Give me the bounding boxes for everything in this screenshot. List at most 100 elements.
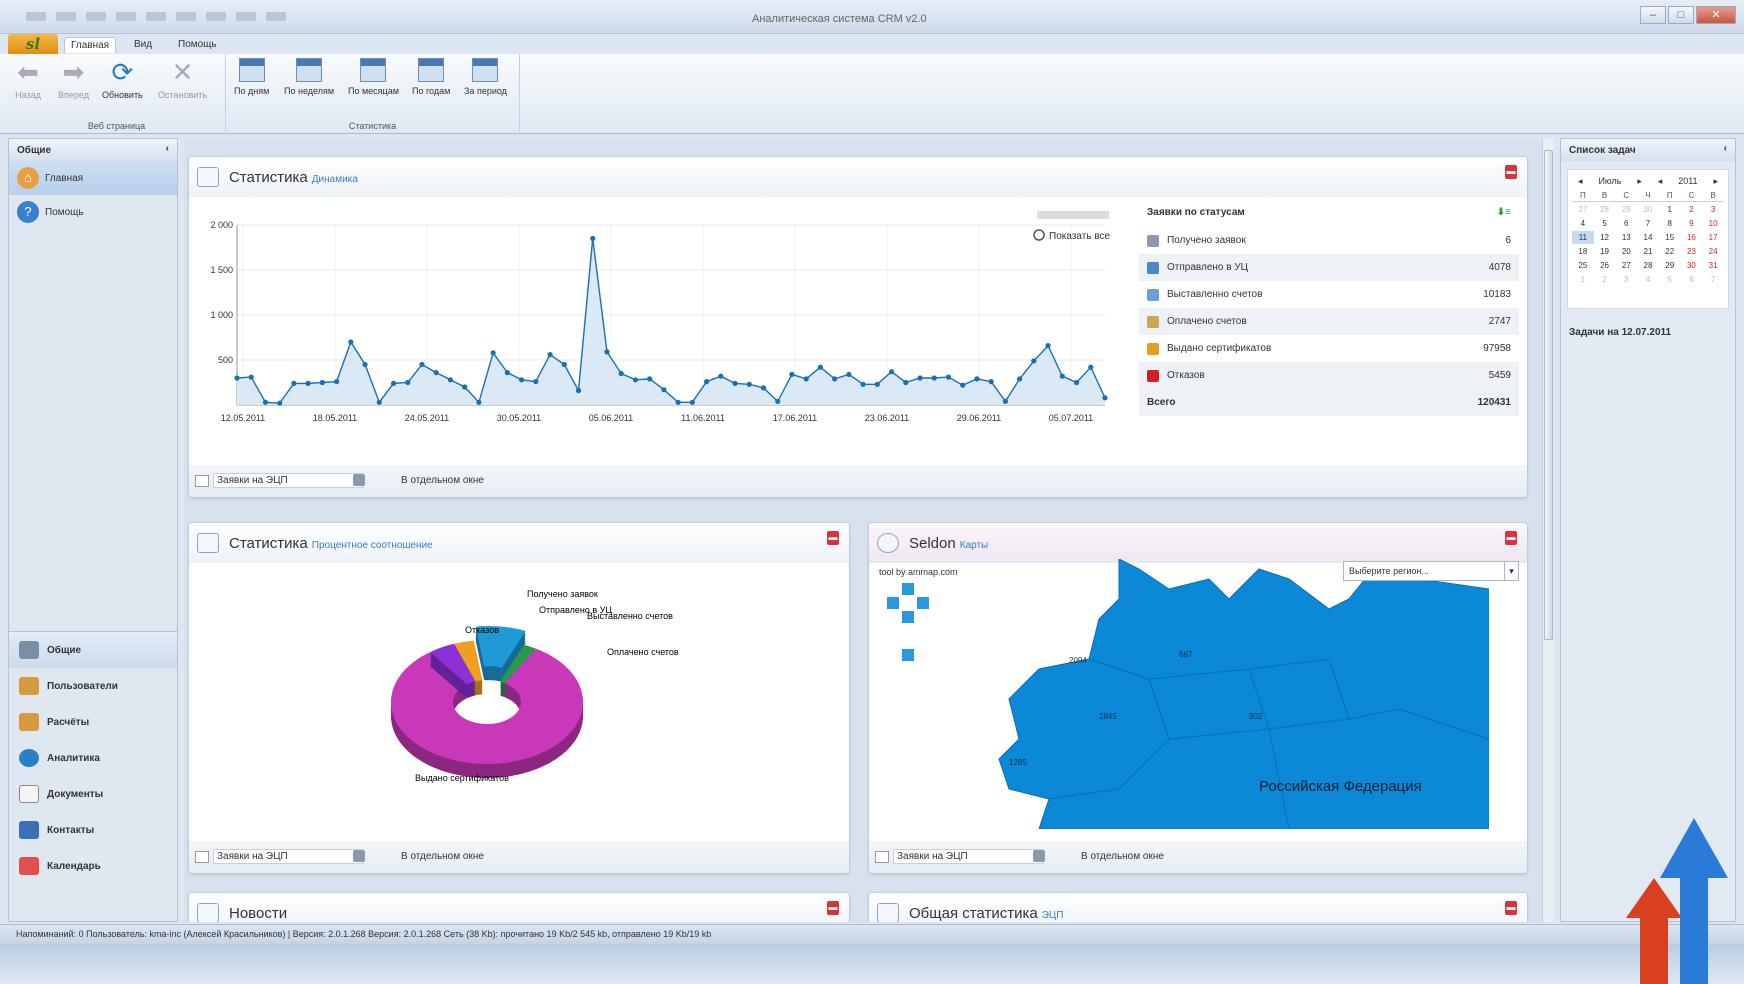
panel-subtitle-link[interactable]: ЭЦП — [1042, 910, 1064, 921]
calendar-day[interactable]: 15 — [1659, 231, 1681, 244]
panel-close-icon[interactable]: ▬ — [827, 901, 839, 915]
panel-subtitle-link[interactable]: Динамика — [312, 174, 358, 185]
tab-home[interactable]: Главная — [64, 37, 117, 53]
footer-checkbox[interactable] — [195, 475, 209, 487]
calendar-day[interactable]: 11 — [1572, 231, 1594, 244]
bottom-nav-contacts[interactable]: Контакты — [9, 812, 177, 848]
calendar-day[interactable]: 29 — [1659, 259, 1681, 272]
prev-month-icon[interactable]: ◂ — [1578, 176, 1583, 187]
maximize-button[interactable]: □ — [1668, 6, 1694, 24]
calendar-day[interactable]: 26 — [1594, 259, 1616, 272]
back-button[interactable]: ⬅ Назад — [14, 58, 42, 100]
bottom-nav-general[interactable]: Общие — [9, 632, 177, 668]
footer-select[interactable]: Заявки на ЭЦП — [213, 849, 363, 864]
app-menu-button[interactable]: sl — [8, 34, 58, 54]
tab-view[interactable]: Вид — [128, 37, 158, 52]
collapse-icon[interactable]: ‹ — [1724, 143, 1727, 154]
qat-item[interactable] — [236, 12, 256, 21]
next-month-icon[interactable]: ▸ — [1637, 176, 1642, 187]
qat-item[interactable] — [56, 12, 76, 21]
calendar-day[interactable]: 6 — [1681, 273, 1703, 286]
calendar-day[interactable]: 27 — [1615, 259, 1637, 272]
sort-icon[interactable]: ⬇≡ — [1497, 207, 1511, 221]
calendar-day[interactable]: 16 — [1681, 231, 1703, 244]
calendar-day[interactable]: 5 — [1659, 273, 1681, 286]
qat-item[interactable] — [116, 12, 136, 21]
footer-select-button[interactable] — [353, 474, 365, 486]
panel-subtitle-link[interactable]: Карты — [960, 540, 989, 551]
qat-item[interactable] — [266, 12, 286, 21]
qat-item[interactable] — [206, 12, 226, 21]
calendar-day[interactable]: 1 — [1659, 203, 1681, 216]
russia-map[interactable]: 2094 667 2845 902 1285 Российская Федера… — [969, 559, 1489, 829]
forward-button[interactable]: ➡ Вперед — [58, 58, 89, 100]
qat-item[interactable] — [176, 12, 196, 21]
qat-item[interactable] — [146, 12, 166, 21]
region-select[interactable]: Выберите регион... ▾ — [1343, 561, 1519, 581]
zoom-in-icon[interactable] — [902, 649, 914, 661]
chevron-down-icon[interactable]: ▾ — [1504, 562, 1518, 580]
calendar-day[interactable]: 30 — [1637, 203, 1659, 216]
calendar-day[interactable]: 18 — [1572, 245, 1594, 258]
pan-up-icon[interactable] — [902, 583, 914, 595]
calendar-day[interactable]: 3 — [1615, 273, 1637, 286]
calendar-day[interactable]: 8 — [1659, 217, 1681, 230]
next-year-icon[interactable]: ▸ — [1713, 176, 1718, 187]
calendar-day[interactable]: 1 — [1572, 273, 1594, 286]
footer-select[interactable]: Заявки на ЭЦП — [893, 849, 1043, 864]
footer-select[interactable]: Заявки на ЭЦП — [213, 473, 363, 488]
calendar-day[interactable]: 22 — [1659, 245, 1681, 258]
calendar-day[interactable]: 12 — [1594, 231, 1616, 244]
refresh-button[interactable]: ⟳ Обновить — [102, 58, 143, 100]
calendar-day[interactable]: 27 — [1572, 203, 1594, 216]
calendar-day[interactable]: 23 — [1681, 245, 1703, 258]
by-days-button[interactable]: По дням — [234, 58, 269, 96]
panel-close-icon[interactable]: ▬ — [1505, 531, 1517, 545]
calendar-day[interactable]: 31 — [1702, 259, 1724, 272]
calendar-day[interactable]: 17 — [1702, 231, 1724, 244]
nav-item-home[interactable]: ⌂ Главная — [9, 161, 177, 195]
calendar-day[interactable]: 10 — [1702, 217, 1724, 230]
calendar-day[interactable]: 21 — [1637, 245, 1659, 258]
calendar-day[interactable]: 30 — [1681, 259, 1703, 272]
panel-subtitle-link[interactable]: Процентное соотношение — [312, 540, 433, 551]
calendar-day[interactable]: 3 — [1702, 203, 1724, 216]
chart-scrollbar[interactable] — [1037, 211, 1109, 219]
calendar-day[interactable]: 4 — [1637, 273, 1659, 286]
calendar-day[interactable]: 24 — [1702, 245, 1724, 258]
qat-item[interactable] — [26, 12, 46, 21]
nav-item-help[interactable]: ? Помощь — [9, 195, 177, 229]
calendar-day[interactable]: 7 — [1702, 273, 1724, 286]
calendar-day[interactable]: 28 — [1594, 203, 1616, 216]
by-years-button[interactable]: По годам — [412, 58, 450, 96]
calendar-day[interactable]: 2 — [1594, 273, 1616, 286]
calendar-day[interactable]: 29 — [1615, 203, 1637, 216]
calendar-day[interactable]: 28 — [1637, 259, 1659, 272]
pan-down-icon[interactable] — [902, 611, 914, 623]
bottom-nav-users[interactable]: Пользователи — [9, 668, 177, 704]
footer-checkbox[interactable] — [875, 851, 889, 863]
pan-right-icon[interactable] — [917, 597, 929, 609]
bottom-nav-calculations[interactable]: Расчёты — [9, 704, 177, 740]
open-window-link[interactable]: В отдельном окне — [1081, 851, 1164, 862]
minimize-button[interactable]: – — [1640, 6, 1666, 24]
calendar-day[interactable]: 5 — [1594, 217, 1616, 230]
panel-close-icon[interactable]: ▬ — [1505, 901, 1517, 915]
open-window-link[interactable]: В отдельном окне — [401, 475, 484, 486]
stop-button[interactable]: ✕ Остановить — [158, 58, 207, 100]
prev-year-icon[interactable]: ◂ — [1658, 176, 1663, 187]
collapse-icon[interactable]: ‹ — [166, 143, 169, 154]
panel-close-icon[interactable]: ▬ — [1505, 165, 1517, 179]
calendar-day[interactable]: 7 — [1637, 217, 1659, 230]
calendar-day[interactable]: 25 — [1572, 259, 1594, 272]
calendar-day[interactable]: 2 — [1681, 203, 1703, 216]
footer-select-button[interactable] — [353, 850, 365, 862]
by-months-button[interactable]: По месяцам — [348, 58, 399, 96]
calendar-day[interactable]: 20 — [1615, 245, 1637, 258]
by-weeks-button[interactable]: По неделям — [284, 58, 334, 96]
bottom-nav-analytics[interactable]: Аналитика — [9, 740, 177, 776]
panel-close-icon[interactable]: ▬ — [827, 531, 839, 545]
bottom-nav-documents[interactable]: Документы — [9, 776, 177, 812]
bottom-nav-calendar[interactable]: Календарь — [9, 848, 177, 884]
pan-left-icon[interactable] — [887, 597, 899, 609]
